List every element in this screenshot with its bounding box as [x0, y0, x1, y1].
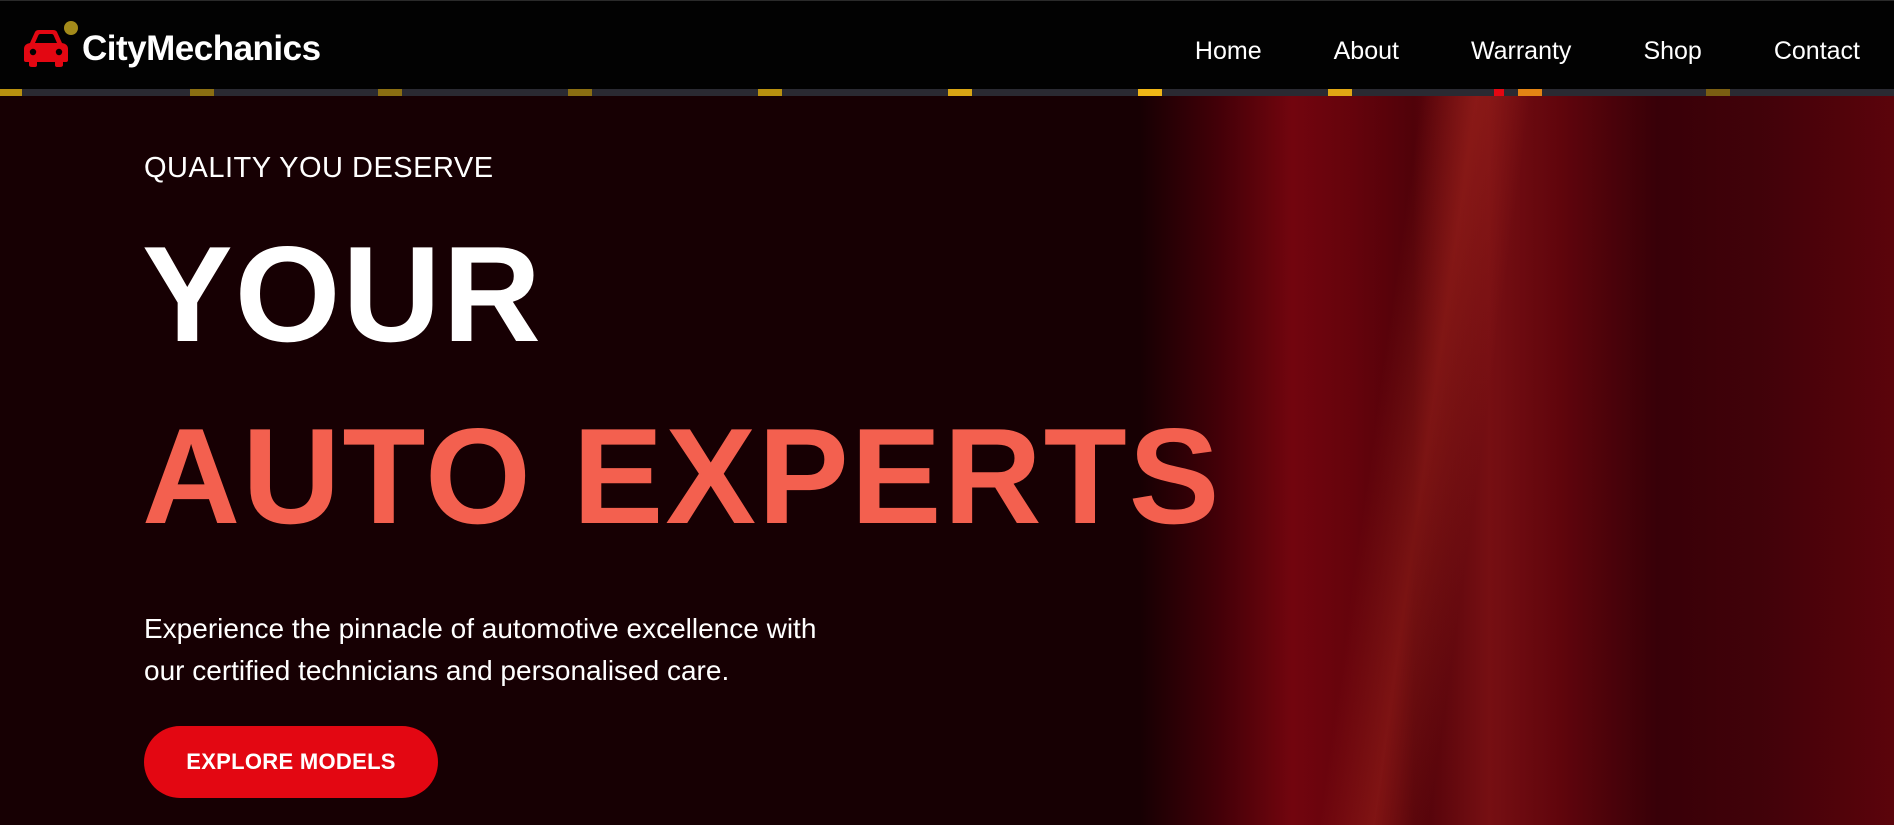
- hero-description-line1: Experience the pinnacle of automotive ex…: [144, 613, 817, 644]
- nav-divider-stripe: [0, 89, 1894, 96]
- nav-shop[interactable]: Shop: [1643, 37, 1701, 66]
- hero-title-line1: YOUR: [142, 218, 543, 370]
- brand-logo-link[interactable]: CityMechanics: [22, 21, 321, 71]
- hero-background-image: [1140, 96, 1894, 825]
- hero-title-line2: AUTO EXPERTS: [142, 400, 1222, 552]
- car-icon: [22, 21, 78, 71]
- explore-models-button[interactable]: EXPLORE MODELS: [144, 726, 438, 798]
- nav-about[interactable]: About: [1334, 37, 1399, 66]
- brand-name: CityMechanics: [82, 29, 321, 68]
- hero-tagline: QUALITY YOU DESERVE: [144, 152, 494, 184]
- hero-description: Experience the pinnacle of automotive ex…: [144, 608, 904, 692]
- hero-description-line2: our certified technicians and personalis…: [144, 655, 730, 686]
- main-nav: Home About Warranty Shop Contact: [1123, 31, 1860, 71]
- hero-section: QUALITY YOU DESERVE YOUR AUTO EXPERTS Ex…: [0, 96, 1894, 825]
- nav-contact[interactable]: Contact: [1774, 37, 1860, 66]
- top-navbar: CityMechanics Home About Warranty Shop C…: [0, 0, 1894, 91]
- nav-warranty[interactable]: Warranty: [1471, 37, 1571, 66]
- nav-home[interactable]: Home: [1195, 37, 1262, 66]
- page: CityMechanics Home About Warranty Shop C…: [0, 0, 1894, 825]
- brand-dot: [64, 21, 78, 35]
